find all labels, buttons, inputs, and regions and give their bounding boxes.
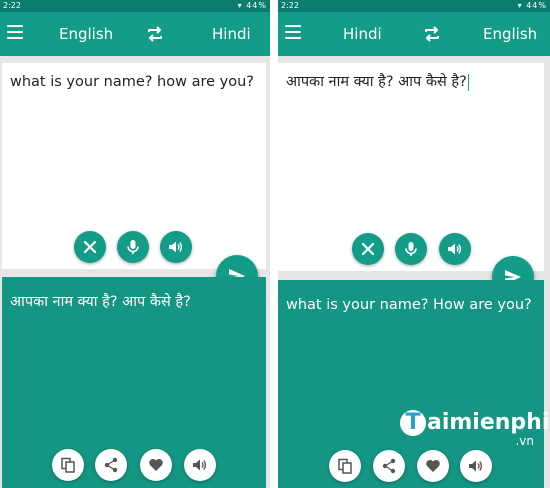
microphone-icon — [405, 242, 417, 256]
voice-input-button[interactable] — [117, 231, 149, 263]
clear-button[interactable] — [74, 231, 106, 263]
share-button[interactable] — [95, 449, 127, 481]
heart-icon — [426, 460, 440, 472]
text-cursor — [467, 73, 469, 91]
watermark-initial: T — [400, 410, 426, 436]
share-button[interactable] — [373, 450, 405, 482]
status-icons: ▾ 44% — [518, 0, 547, 12]
share-icon — [104, 457, 118, 473]
source-language-selector[interactable]: English — [59, 12, 113, 56]
source-language-selector[interactable]: Hindi — [343, 12, 382, 56]
watermark-logo: T aimienphi .vn — [400, 408, 549, 450]
watermark-word: aimienphi — [427, 410, 550, 435]
status-icons: ▾ 44% — [238, 0, 267, 12]
input-card: what is your name? how are you? — [2, 63, 266, 269]
speaker-icon — [448, 243, 462, 255]
speak-output-button[interactable] — [460, 450, 492, 482]
speaker-icon — [469, 460, 483, 472]
close-icon — [83, 240, 97, 254]
input-text: आपका नाम क्या है? आप कैसे है? — [286, 74, 467, 90]
copy-icon — [338, 458, 352, 474]
close-icon — [361, 242, 375, 256]
speak-input-button[interactable] — [439, 233, 471, 265]
menu-icon[interactable] — [7, 25, 23, 39]
output-card: आपका नाम क्या है? आप कैसे है? — [2, 277, 266, 488]
speaker-icon — [193, 459, 207, 471]
target-language-selector[interactable]: Hindi — [212, 12, 251, 56]
app-bar: Hindi English — [278, 12, 550, 56]
copy-button[interactable] — [52, 449, 84, 481]
voice-input-button[interactable] — [395, 233, 427, 265]
wifi-icon: ▾ — [237, 1, 243, 10]
heart-icon — [149, 459, 163, 471]
status-time: 2:22 — [281, 1, 299, 10]
status-bar: 2:22 ▾ 44% — [278, 0, 550, 12]
watermark-suffix: .vn — [515, 434, 534, 448]
swap-icon[interactable] — [145, 24, 165, 44]
output-text: what is your name? How are you? — [286, 297, 532, 313]
app-bar: English Hindi — [0, 12, 270, 56]
microphone-icon — [127, 240, 139, 254]
copy-button[interactable] — [329, 450, 361, 482]
wifi-icon: ▾ — [517, 1, 523, 10]
swap-icon[interactable] — [422, 24, 442, 44]
target-language-selector[interactable]: English — [483, 12, 537, 56]
copy-icon — [61, 457, 75, 473]
speak-output-button[interactable] — [184, 449, 216, 481]
input-card: आपका नाम क्या है? आप कैसे है? — [278, 63, 544, 271]
speaker-icon — [169, 241, 183, 253]
menu-icon[interactable] — [285, 25, 301, 39]
favorite-button[interactable] — [417, 450, 449, 482]
battery-level: 44% — [246, 1, 267, 10]
share-icon — [382, 458, 396, 474]
speak-input-button[interactable] — [160, 231, 192, 263]
output-text: आपका नाम क्या है? आप कैसे है? — [10, 294, 191, 310]
status-bar: 2:22 ▾ 44% — [0, 0, 270, 12]
favorite-button[interactable] — [140, 449, 172, 481]
status-time: 2:22 — [3, 1, 21, 10]
input-text-field[interactable]: आपका नाम क्या है? आप कैसे है? — [286, 72, 536, 92]
battery-level: 44% — [526, 1, 547, 10]
output-card: what is your name? How are you? — [278, 280, 544, 488]
screen-english-to-hindi: 2:22 ▾ 44% English Hindi what is your na… — [0, 0, 270, 488]
input-text-field[interactable]: what is your name? how are you? — [10, 72, 258, 92]
clear-button[interactable] — [352, 233, 384, 265]
